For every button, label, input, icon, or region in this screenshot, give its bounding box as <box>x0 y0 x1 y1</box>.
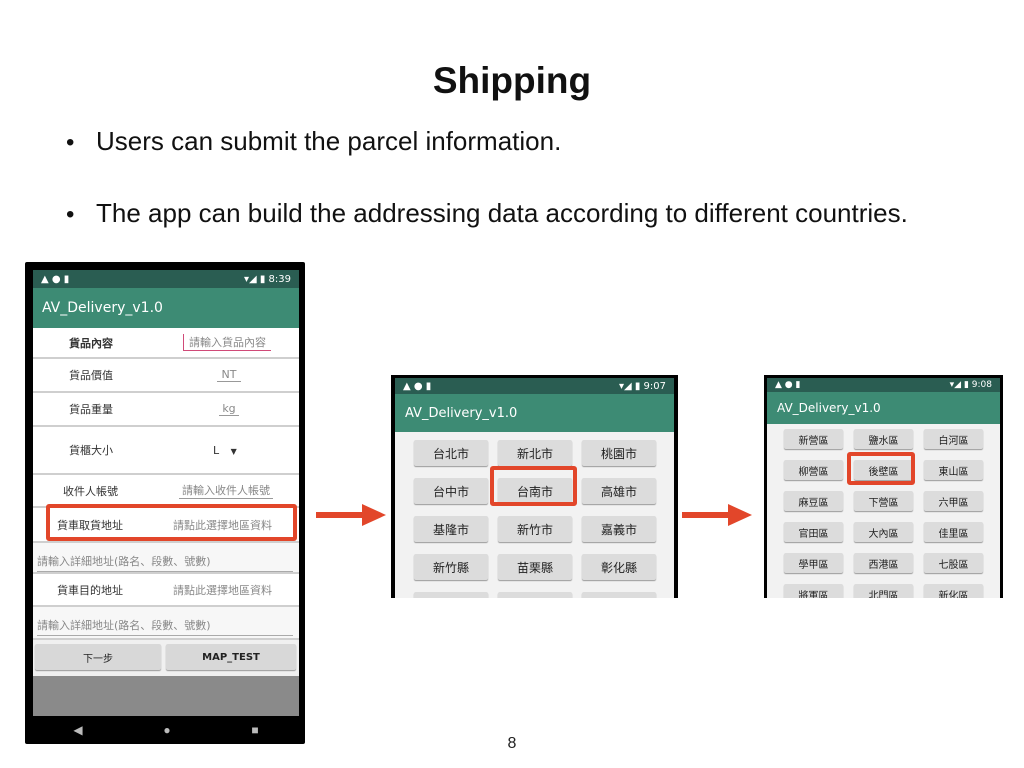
city-button[interactable]: 新北市 <box>498 440 572 466</box>
shipping-form: 貨品內容 請輸入貨品內容 貨品價值 NT 貨品重量 kg 貨櫃大小 L ▼ 收件… <box>33 328 299 676</box>
district-button[interactable]: 將軍區 <box>784 584 843 598</box>
container-size-row: 貨櫃大小 L ▼ <box>33 427 299 475</box>
map-test-button[interactable]: MAP_TEST <box>166 644 296 670</box>
district-button[interactable]: 新營區 <box>784 429 843 449</box>
notification-icons: ▲ ● ▮ <box>775 380 801 390</box>
highlight-box <box>46 504 297 541</box>
city-button[interactable]: 台中市 <box>414 478 488 504</box>
phone-shipping-form: ▲ ● ▮ ▾◢ ▮ 8:39 AV_Delivery_v1.0 貨品內容 請輸… <box>25 262 305 744</box>
bullet-dot-icon: • <box>66 201 75 228</box>
destination-region-picker[interactable]: 請點此選擇地區資料 <box>173 582 272 598</box>
district-button[interactable]: 鹽水區 <box>854 429 913 449</box>
goods-value-label: 貨品價值 <box>69 369 113 382</box>
goods-weight-label: 貨品重量 <box>69 403 113 416</box>
status-bar: ▲ ● ▮ ▾◢ ▮ 9:08 <box>767 378 1000 392</box>
clock: 8:39 <box>268 273 291 285</box>
status-right: ▾◢ ▮ 9:07 <box>618 380 666 392</box>
goods-content-label: 貨品內容 <box>69 336 113 350</box>
recipient-account-label: 收件人帳號 <box>63 484 118 498</box>
city-button[interactable]: 新竹市 <box>498 516 572 542</box>
container-size-value: L <box>213 443 220 457</box>
city-button[interactable]: 台北市 <box>414 440 488 466</box>
district-button[interactable]: 官田區 <box>784 522 843 542</box>
status-right: ▾◢ ▮ 8:39 <box>243 273 291 285</box>
goods-value-input[interactable]: NT <box>217 368 241 382</box>
bullet-text: The app can build the addressing data ac… <box>96 198 908 228</box>
highlight-box <box>847 452 915 485</box>
status-bar: ▲ ● ▮ ▾◢ ▮ 8:39 <box>33 270 299 288</box>
bullet-dot-icon: • <box>66 129 75 156</box>
district-button[interactable]: 七股區 <box>924 553 983 573</box>
district-button[interactable]: 學甲區 <box>784 553 843 573</box>
destination-address-row[interactable]: 貨車目的地址 請點此選擇地區資料 <box>33 574 299 607</box>
city-grid: 台北市新北市桃園市台中市台南市高雄市基隆市新竹市嘉義市新竹縣苗栗縣彰化縣南投縣雲… <box>414 440 656 598</box>
bullet-item: • The app can build the addressing data … <box>66 198 908 229</box>
city-button[interactable]: 雲林縣 <box>498 592 572 598</box>
district-button[interactable]: 六甲區 <box>924 491 983 511</box>
district-button[interactable]: 麻豆區 <box>784 491 843 511</box>
goods-weight-row: 貨品重量 kg <box>33 393 299 427</box>
phone-district-select: ▲ ● ▮ ▾◢ ▮ 9:08 AV_Delivery_v1.0 新營區 鹽水區白… <box>764 375 1003 598</box>
city-button[interactable]: 高雄市 <box>582 478 656 504</box>
clock: 9:07 <box>643 380 666 392</box>
arrow-right-icon <box>682 504 752 526</box>
district-button[interactable]: 白河區 <box>924 429 983 449</box>
status-right: ▾◢ ▮ 9:08 <box>949 380 992 390</box>
district-button[interactable]: 佳里區 <box>924 522 983 542</box>
city-button[interactable]: 苗栗縣 <box>498 554 572 580</box>
district-button[interactable]: 西港區 <box>854 553 913 573</box>
city-button[interactable]: 南投縣 <box>414 592 488 598</box>
notification-icons: ▲ ● ▮ <box>41 273 70 285</box>
dropdown-arrow-icon: ▼ <box>230 446 237 456</box>
destination-address-label: 貨車目的地址 <box>57 583 123 597</box>
destination-detail-row: 請輸入詳細地址(路名、段數、號數) <box>33 607 299 640</box>
goods-value-row: 貨品價值 NT <box>33 359 299 393</box>
district-button[interactable]: 大內區 <box>854 522 913 542</box>
notification-icons: ▲ ● ▮ <box>403 380 432 392</box>
goods-weight-input[interactable]: kg <box>219 402 239 416</box>
district-button[interactable]: 柳營區 <box>784 460 843 480</box>
destination-detail-input[interactable]: 請輸入詳細地址(路名、段數、號數) <box>37 617 293 636</box>
recipient-account-input[interactable]: 請輸入收件人帳號 <box>179 482 273 499</box>
pickup-detail-row: 請輸入詳細地址(路名、段數、號數) <box>33 543 299 574</box>
app-bar-title: AV_Delivery_v1.0 <box>767 392 1000 424</box>
city-button[interactable]: 新竹縣 <box>414 554 488 580</box>
city-grid-area: 台北市新北市桃園市台中市台南市高雄市基隆市新竹市嘉義市新竹縣苗栗縣彰化縣南投縣雲… <box>395 432 674 598</box>
goods-content-row: 貨品內容 請輸入貨品內容 <box>33 328 299 359</box>
phone-city-select: ▲ ● ▮ ▾◢ ▮ 9:07 AV_Delivery_v1.0 台北市 新北市桃… <box>391 375 678 598</box>
district-grid-area: 新營區 鹽水區 白河區 柳營區 後壁區 東山區 麻豆區 下營區 六甲區 官田區 大內區 佳里區 學甲區西… <box>767 424 1000 598</box>
district-button[interactable]: 下營區 <box>854 491 913 511</box>
status-bar: ▲ ● ▮ ▾◢ ▮ 9:07 <box>395 378 674 394</box>
district-button[interactable]: 北門區 <box>854 584 913 598</box>
next-button[interactable]: 下一步 <box>35 644 161 670</box>
slide-title: Shipping <box>432 60 592 101</box>
empty-area <box>33 676 299 716</box>
bullet-item: • Users can submit the parcel informatio… <box>66 126 561 157</box>
district-button[interactable]: 東山區 <box>924 460 983 480</box>
arrow-right-icon <box>316 504 386 526</box>
city-button[interactable]: 彰化縣 <box>582 554 656 580</box>
highlight-box <box>490 466 577 506</box>
app-bar-title: AV_Delivery_v1.0 <box>395 394 674 432</box>
container-size-select[interactable]: L ▼ <box>213 444 237 457</box>
clock: 9:08 <box>971 380 992 390</box>
goods-content-input[interactable]: 請輸入貨品內容 <box>183 334 271 351</box>
bullet-text: Users can submit the parcel information. <box>96 126 562 156</box>
city-button[interactable]: 基隆市 <box>414 516 488 542</box>
page-number: 8 <box>507 735 517 752</box>
district-button[interactable]: 新化區 <box>924 584 983 598</box>
city-button[interactable]: 桃園市 <box>582 440 656 466</box>
container-size-label: 貨櫃大小 <box>69 444 113 457</box>
city-button[interactable]: 嘉義市 <box>582 516 656 542</box>
app-bar-title: AV_Delivery_v1.0 <box>33 288 299 328</box>
pickup-detail-input[interactable]: 請輸入詳細地址(路名、段數、號數) <box>37 553 293 572</box>
city-button[interactable]: 嘉義縣 <box>582 592 656 598</box>
